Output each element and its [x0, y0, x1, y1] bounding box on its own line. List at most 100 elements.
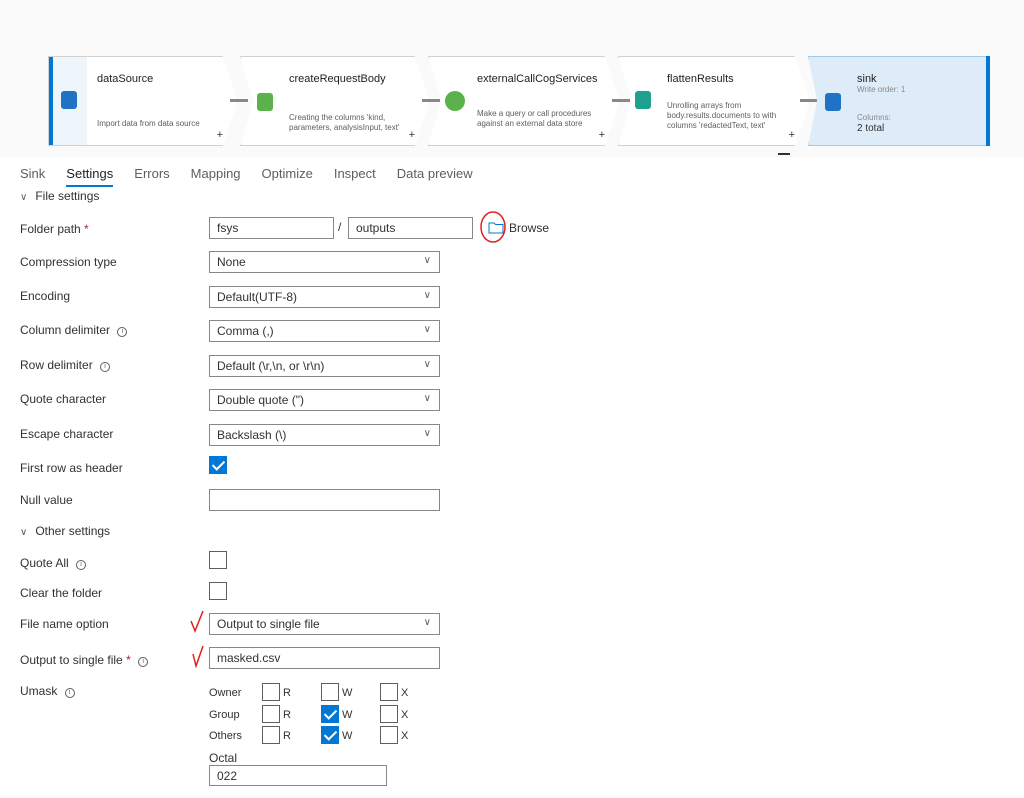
select-value: Default(UTF-8): [217, 290, 298, 304]
columns-count: 2 total: [857, 123, 885, 134]
label-text: Folder path: [20, 222, 81, 236]
label-text: Column delimiter: [20, 323, 111, 337]
label-text: Row delimiter: [20, 358, 93, 372]
sink-selected-bar: [986, 56, 990, 146]
label-text: Quote All: [20, 556, 69, 570]
file-settings-header[interactable]: ∨ File settings: [20, 189, 99, 203]
tab-data-preview[interactable]: Data preview: [397, 166, 473, 187]
node-description: Creating the columns 'kind, parameters, …: [289, 113, 400, 132]
umask-row-label: Group: [209, 709, 240, 721]
encoding-label: Encoding: [20, 289, 71, 303]
tab-sink[interactable]: Sink: [20, 166, 45, 187]
umask-owner-r-checkbox[interactable]: [262, 683, 280, 701]
select-value: Comma (,): [217, 324, 274, 338]
umask-group-r-checkbox[interactable]: [262, 705, 280, 723]
folder-separator: /: [338, 220, 342, 234]
derived-column-icon: [257, 93, 273, 111]
umask-others-x-checkbox[interactable]: [380, 726, 398, 744]
tab-settings[interactable]: Settings: [66, 166, 114, 187]
umask-perm-letter: X: [401, 709, 409, 721]
compression-type-select[interactable]: None ∨: [209, 251, 440, 273]
add-transform-button[interactable]: +: [409, 129, 415, 141]
node-title: dataSource: [97, 73, 154, 85]
info-icon[interactable]: i: [76, 560, 87, 570]
encoding-select[interactable]: Default(UTF-8) ∨: [209, 286, 440, 308]
umask-row-label: Owner: [209, 687, 242, 699]
label-text: Umask: [20, 684, 58, 698]
chevron-down-icon: ∨: [20, 527, 28, 538]
column-delimiter-select[interactable]: Comma (,) ∨: [209, 320, 440, 342]
umask-perm-letter: W: [342, 709, 353, 721]
chevron-down-icon: ∨: [423, 428, 431, 439]
other-settings-header[interactable]: ∨ Other settings: [20, 524, 110, 538]
output-single-file-input[interactable]: masked.csv: [209, 647, 440, 669]
quote-character-select[interactable]: Double quote (") ∨: [209, 389, 440, 411]
clear-folder-checkbox[interactable]: [209, 582, 227, 600]
first-row-header-label: First row as header: [20, 461, 123, 475]
escape-character-select[interactable]: Backslash (\) ∨: [209, 424, 440, 446]
node-externalcallcogservices[interactable]: externalCallCogServices Make a query or …: [428, 56, 620, 146]
node-description: Unrolling arrays from body.results.docum…: [667, 101, 777, 130]
tab-inspect[interactable]: Inspect: [334, 166, 376, 187]
node-createrequestbody[interactable]: createRequestBody Creating the columns '…: [240, 56, 430, 146]
umask-group-x-checkbox[interactable]: [380, 705, 398, 723]
node-description: Make a query or call procedures against …: [477, 109, 592, 128]
umask-label: Umask i: [20, 684, 75, 698]
field-value: fsys: [217, 221, 239, 235]
annotation-checkmark: [190, 610, 204, 633]
info-icon[interactable]: i: [64, 688, 75, 698]
field-value: masked.csv: [217, 651, 281, 665]
node-description: Import data from data source: [97, 119, 200, 128]
umask-owner-w-checkbox[interactable]: [321, 683, 339, 701]
select-value: Default (\r,\n, or \r\n): [217, 359, 325, 373]
first-row-header-checkbox[interactable]: [209, 456, 227, 474]
file-name-option-select[interactable]: Output to single file ∨: [209, 613, 440, 635]
row-delimiter-label: Row delimiter i: [20, 358, 111, 372]
node-sink[interactable]: sink Write order: 1 Columns: 2 total: [808, 56, 990, 146]
node-title: flattenResults: [667, 73, 734, 85]
select-value: Output to single file: [217, 617, 320, 631]
umask-others-r-checkbox[interactable]: [262, 726, 280, 744]
tab-mapping[interactable]: Mapping: [191, 166, 241, 187]
browse-label: Browse: [509, 221, 550, 235]
umask-perm-letter: W: [342, 730, 353, 742]
umask-group-w-checkbox[interactable]: [321, 705, 339, 723]
chevron-down-icon: ∨: [423, 324, 431, 335]
source-icon: [61, 91, 77, 109]
columns-label: Columns:: [857, 113, 891, 122]
folder-directory-input[interactable]: outputs: [348, 217, 473, 239]
file-name-option-label: File name option: [20, 617, 109, 631]
add-transform-button[interactable]: +: [789, 129, 795, 141]
sink-icon: [825, 93, 841, 111]
octal-label: Octal: [209, 751, 238, 765]
tab-errors[interactable]: Errors: [134, 166, 169, 187]
escape-character-label: Escape character: [20, 427, 114, 441]
label-text: Output to single file: [20, 653, 123, 667]
select-value: Backslash (\): [217, 428, 287, 442]
info-icon[interactable]: i: [138, 657, 149, 667]
row-delimiter-select[interactable]: Default (\r,\n, or \r\n) ∨: [209, 355, 440, 377]
quote-all-checkbox[interactable]: [209, 551, 227, 569]
null-value-input[interactable]: [209, 489, 440, 511]
tab-optimize[interactable]: Optimize: [262, 166, 313, 187]
umask-row-label: Others: [209, 730, 243, 742]
output-single-file-label: Output to single file * i: [20, 653, 149, 667]
node-datasource[interactable]: dataSource Import data from data source …: [48, 56, 238, 146]
required-mark: *: [126, 653, 131, 667]
settings-tabs: Sink Settings Errors Mapping Optimize In…: [20, 166, 494, 187]
node-flattenresults[interactable]: flattenResults Unrolling arrays from bod…: [618, 56, 810, 146]
info-icon[interactable]: i: [100, 362, 111, 372]
umask-others-w-checkbox[interactable]: [321, 726, 339, 744]
field-value: 022: [217, 769, 238, 783]
add-transform-button[interactable]: +: [599, 129, 605, 141]
add-transform-button[interactable]: +: [217, 129, 223, 141]
dataflow-canvas: dataSource Import data from data source …: [0, 0, 1024, 158]
compression-type-label: Compression type: [20, 255, 117, 269]
annotation-checkmark: [192, 645, 204, 668]
quote-character-label: Quote character: [20, 392, 107, 406]
umask-owner-x-checkbox[interactable]: [380, 683, 398, 701]
octal-input[interactable]: 022: [209, 765, 387, 786]
info-icon[interactable]: i: [117, 327, 128, 337]
umask-perm-letter: W: [342, 687, 353, 699]
folder-container-input[interactable]: fsys: [209, 217, 334, 239]
